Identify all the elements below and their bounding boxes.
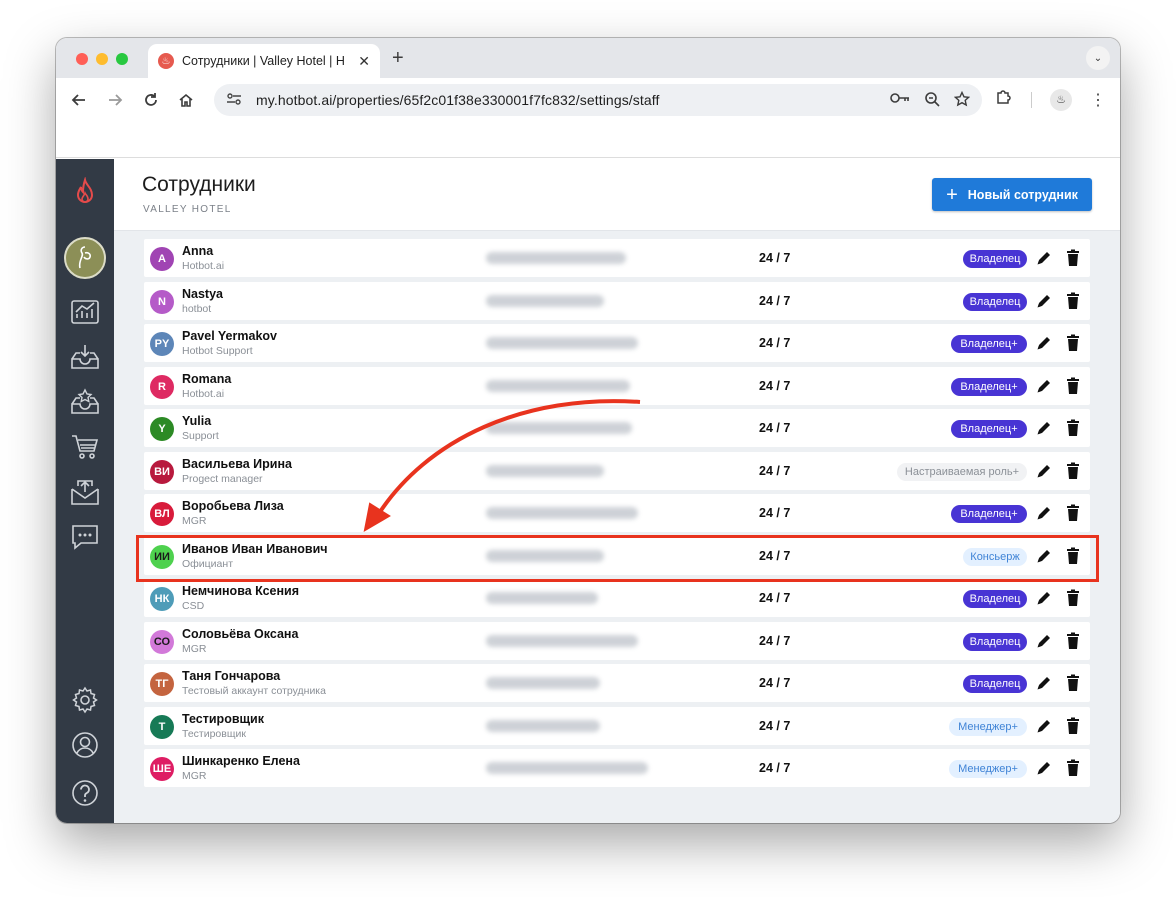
highlight-box <box>136 535 1099 582</box>
browser-window: ♨ Сотрудники | Valley Hotel | H ✕ + ⌄ my… <box>56 38 1120 823</box>
annotation-arrow <box>363 399 641 532</box>
